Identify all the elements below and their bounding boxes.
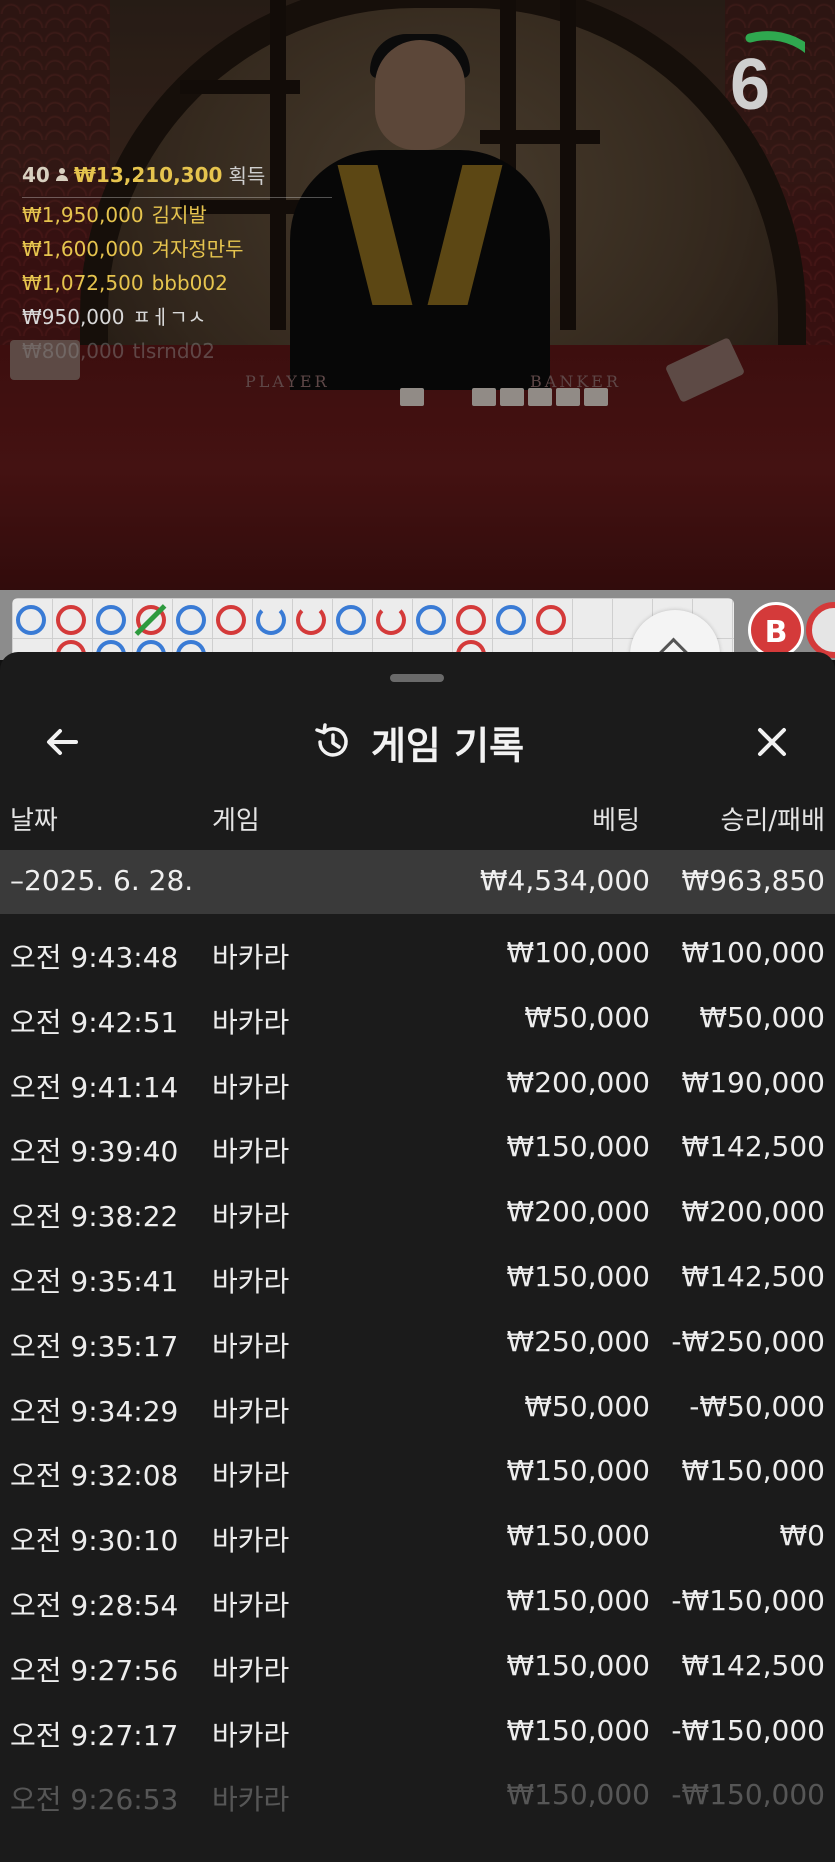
total-won-suffix: 획득 [228,164,266,188]
history-row[interactable]: 오전 9:35:17 바카라 ₩250,000 -₩250,000 [0,1311,835,1376]
leaderboard-entry: ₩800,000 tlsrnd02 [22,339,215,363]
leaderboard-entry: ₩950,000 ㅍㅔㄱㅅ [22,305,207,329]
leaderboard-total: 40 ₩13,210,300 획득 [22,160,332,198]
column-header-date: 날짜 [10,806,58,836]
banker-prediction-button[interactable]: B [748,602,804,658]
winners-leaderboard: 40 ₩13,210,300 획득 ₩1,950,000 김지발 ₩1,600,0… [22,160,332,368]
sheet-title-group: 게임 기록 [0,702,835,782]
history-row[interactable]: 오전 9:34:29 바카라 ₩50,000 -₩50,000 [0,1376,835,1441]
countdown-value: 6 [729,45,771,125]
banker-prediction-indicator [806,602,835,658]
close-icon[interactable] [750,720,794,764]
sheet-title: 게임 기록 [370,723,525,768]
banker-bead [456,605,486,635]
history-list: 오전 9:43:48 바카라 ₩100,000 ₩100,000 오전 9:42:51… [0,922,835,1829]
column-header-bet: 베팅 [592,806,640,836]
live-video: PLAYER BANKER 40 ₩13,210,300 획득 ₩1,950,0… [0,0,835,590]
countdown-timer: 6 [695,30,805,140]
player-bead [256,605,286,635]
player-bead [336,605,366,635]
history-row[interactable]: 오전 9:39:40 바카라 ₩150,000 ₩142,500 [0,1116,835,1181]
player-bead [96,605,126,635]
day-bet-total: ₩4,534,000 [479,864,650,897]
leaderboard-entry: ₩1,072,500 bbb002 [22,271,228,295]
winner-count: 40 [22,162,50,187]
leaderboard-entry: ₩1,950,000 김지발 [22,203,207,227]
leaderboard-entry: ₩1,600,000 겨자정만두 [22,237,244,261]
column-header-game: 게임 [212,806,260,836]
day-summary-row[interactable]: –2025. 6. 28. ₩4,534,000 ₩963,850 [0,850,835,914]
history-row[interactable]: 오전 9:35:41 바카라 ₩150,000 ₩142,500 [0,1246,835,1311]
history-row[interactable]: 오전 9:28:54 바카라 ₩150,000 -₩150,000 [0,1570,835,1635]
banker-bead [56,605,86,635]
history-row[interactable]: 오전 9:38:22 바카라 ₩200,000 ₩200,000 [0,1181,835,1246]
history-row[interactable]: 오전 9:27:56 바카라 ₩150,000 ₩142,500 [0,1635,835,1700]
day-result-total: ₩963,850 [681,864,825,897]
banker-bead [216,605,246,635]
total-won-amount: ₩13,210,300 [73,162,223,187]
history-row[interactable]: 오전 9:32:08 바카라 ₩150,000 ₩150,000 [0,1440,835,1505]
player-bead [176,605,206,635]
column-header-result: 승리/패배 [720,806,825,836]
game-history-sheet: 게임 기록 날짜 게임 베팅 승리/패배 –2025. 6. 28. ₩4,53… [0,652,835,1862]
player-bead [416,605,446,635]
player-bead [16,605,46,635]
banker-bead [296,605,326,635]
history-row[interactable]: 오전 9:42:51 바카라 ₩50,000 ₩50,000 [0,987,835,1052]
history-row[interactable]: 오전 9:26:53 바카라 ₩150,000 -₩150,000 [0,1764,835,1829]
banker-bead [376,605,406,635]
person-icon [55,167,68,182]
player-bead [496,605,526,635]
history-icon [315,723,348,757]
sheet-header: 게임 기록 [0,702,835,782]
arrow-left-icon[interactable] [40,720,84,764]
history-row[interactable]: 오전 9:30:10 바카라 ₩150,000 ₩0 [0,1505,835,1570]
column-headers: 날짜 게임 베팅 승리/패배 [0,792,835,842]
history-row[interactable]: 오전 9:41:14 바카라 ₩200,000 ₩190,000 [0,1052,835,1117]
banker-bead [536,605,566,635]
history-row[interactable]: 오전 9:43:48 바카라 ₩100,000 ₩100,000 [0,922,835,987]
day-date: –2025. 6. 28. [10,864,194,897]
drag-handle[interactable] [390,674,444,682]
bead-road[interactable]: B [0,590,835,700]
history-row[interactable]: 오전 9:27:17 바카라 ₩150,000 -₩150,000 [0,1700,835,1765]
